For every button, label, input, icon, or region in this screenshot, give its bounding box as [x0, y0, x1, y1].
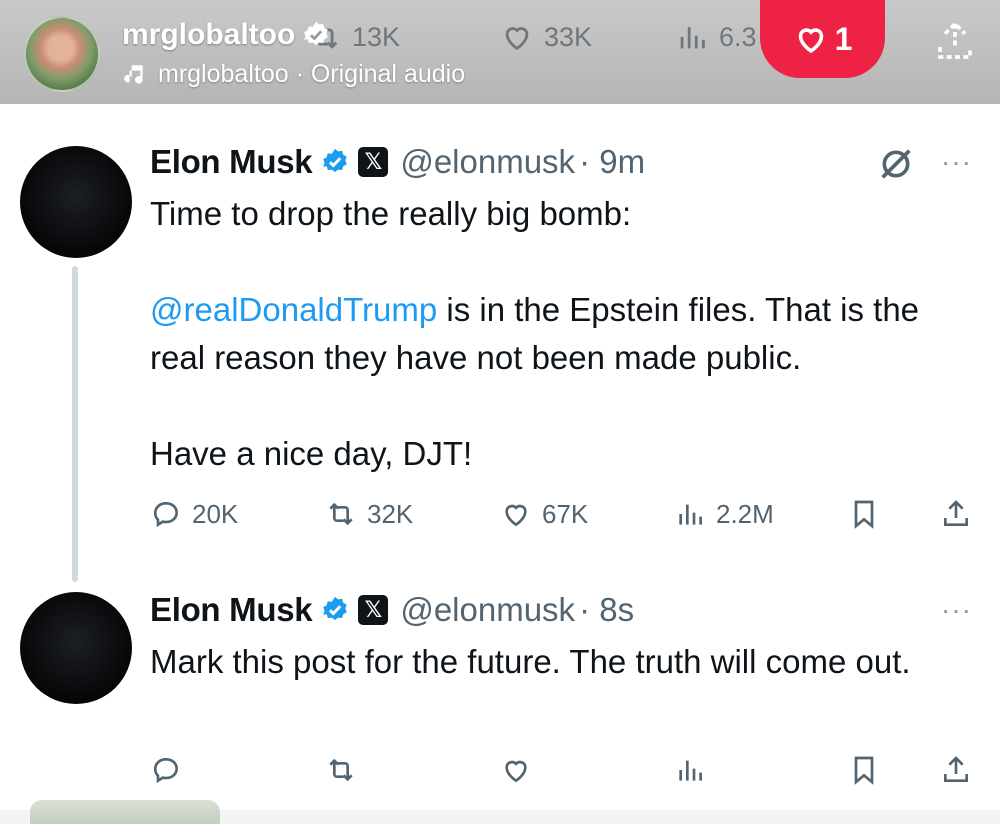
post-time: · 9m: [579, 143, 646, 180]
bookmark-icon: [854, 756, 874, 785]
ghost-like-count: 33K: [544, 21, 593, 52]
like-icon: [505, 504, 527, 527]
author-name[interactable]: Elon Musk: [150, 591, 313, 629]
like-icon: [505, 27, 529, 51]
retweet-icon: [329, 758, 353, 782]
verified-icon: [323, 148, 348, 173]
reel-username-row[interactable]: mrglobaltoo: [122, 18, 331, 52]
tweet-text: Time to drop the really big bomb: @realD…: [150, 190, 980, 478]
tweet-text-line1: Time to drop the really big bomb:: [150, 195, 632, 232]
tweet-header: Elon Musk 𝕏 @elonmusk · 9m: [150, 140, 645, 184]
mention-link[interactable]: @realDonaldTrump: [150, 291, 437, 328]
like-button[interactable]: 67K: [500, 498, 588, 530]
verified-icon: [323, 596, 348, 621]
reel-audio[interactable]: mrglobaltoo · Original audio: [122, 60, 465, 89]
share-icon[interactable]: [935, 18, 975, 66]
music-note-icon: [124, 64, 143, 84]
tweet-text-line3: Have a nice day, DJT!: [150, 435, 473, 472]
ghost-views-count: 6.3: [719, 21, 757, 52]
grok-icon[interactable]: [876, 144, 916, 184]
post-time: · 8s: [579, 591, 635, 628]
share-button[interactable]: [940, 754, 972, 786]
share-icon: [944, 500, 968, 526]
share-icon: [944, 756, 968, 782]
ghost-like: 33K: [500, 20, 592, 54]
retweet-count: 32K: [367, 498, 414, 529]
ghost-retweet-count: 13K: [352, 21, 401, 52]
reply-icon: [153, 501, 179, 528]
retweet-button[interactable]: 32K: [325, 498, 413, 530]
reel-author-avatar[interactable]: [24, 16, 100, 92]
reply-count: 20K: [192, 498, 239, 529]
tweet-text-paragraph2: @realDonaldTrump is in the Epstein files…: [150, 286, 980, 382]
reel-audio-label[interactable]: mrglobaltoo · Original audio: [158, 60, 465, 89]
verified-icon: [304, 21, 329, 46]
views-count: 2.2M: [716, 498, 774, 529]
author-name[interactable]: Elon Musk: [150, 143, 313, 181]
like-count: 67K: [542, 498, 589, 529]
views-icon: [679, 504, 702, 525]
retweet-icon: [329, 502, 353, 526]
reply-icon: [153, 757, 179, 784]
reel-header: 13K 33K 6.3 mrglobaltoo mrglobaltoo · Or…: [0, 0, 1000, 104]
x-logo-icon: 𝕏: [358, 595, 389, 625]
more-menu-icon[interactable]: ···: [941, 594, 972, 626]
heart-icon: [798, 28, 823, 54]
thread-connector: [72, 266, 78, 582]
tweet-actions: [150, 754, 980, 794]
share-button[interactable]: [940, 498, 972, 530]
author-avatar[interactable]: [20, 592, 132, 704]
author-handle[interactable]: @elonmusk: [400, 143, 575, 181]
views-icon: [679, 760, 702, 781]
author-handle[interactable]: @elonmusk: [400, 591, 575, 629]
reply-button[interactable]: [150, 754, 182, 786]
reply-button[interactable]: 20K: [150, 498, 238, 530]
bookmark-icon: [854, 500, 874, 529]
reel-username[interactable]: mrglobaltoo: [122, 18, 295, 52]
bookmark-button[interactable]: [848, 754, 880, 786]
like-pill-count: 1: [834, 20, 853, 57]
ghost-views: 6.3: [675, 20, 757, 54]
tweet-header: Elon Musk 𝕏 @elonmusk · 8s: [150, 588, 634, 632]
more-menu-icon[interactable]: ···: [941, 146, 972, 178]
views-button[interactable]: [674, 754, 706, 786]
views-icon: [680, 27, 705, 49]
bookmark-button[interactable]: [848, 498, 880, 530]
like-button[interactable]: [500, 754, 532, 786]
retweet-button[interactable]: [325, 754, 357, 786]
tweet-text: Mark this post for the future. The truth…: [150, 643, 911, 680]
views-button[interactable]: 2.2M: [674, 498, 774, 530]
like-count-pill[interactable]: 1: [760, 0, 885, 78]
next-content-peek: [30, 800, 220, 824]
tweet-actions: 20K 32K 67K 2.2M: [150, 498, 980, 538]
like-icon: [505, 760, 527, 783]
author-avatar[interactable]: [20, 146, 132, 258]
x-logo-icon: 𝕏: [358, 147, 389, 177]
